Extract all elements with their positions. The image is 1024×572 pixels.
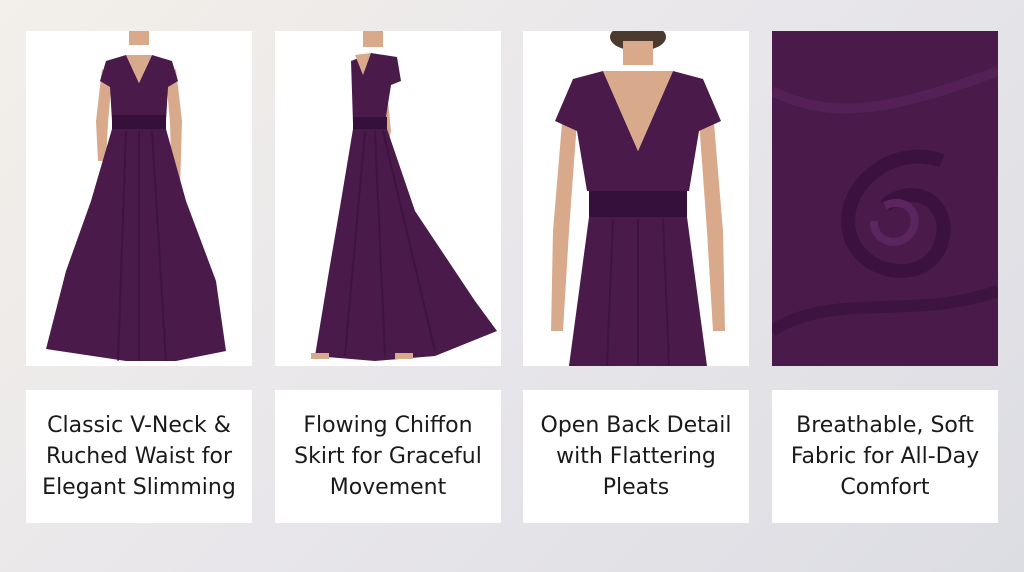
product-image-side [275,31,501,366]
caption-text: Open Back Detail with Flattering Pleats [540,413,732,500]
caption-text: Breathable, Soft Fabric for All-Day Comf… [790,413,980,500]
caption-card-1: Classic V-Neck & Ruched Waist for Elegan… [26,390,252,523]
product-image-front [26,31,252,366]
caption-card-4: Breathable, Soft Fabric for All-Day Comf… [772,390,998,523]
caption-text: Classic V-Neck & Ruched Waist for Elegan… [42,413,236,500]
product-image-back [523,31,749,366]
product-image-fabric [772,31,998,366]
caption-text: Flowing Chiffon Skirt for Graceful Movem… [294,413,482,500]
caption-card-2: Flowing Chiffon Skirt for Graceful Movem… [275,390,501,523]
caption-card-3: Open Back Detail with Flattering Pleats [523,390,749,523]
